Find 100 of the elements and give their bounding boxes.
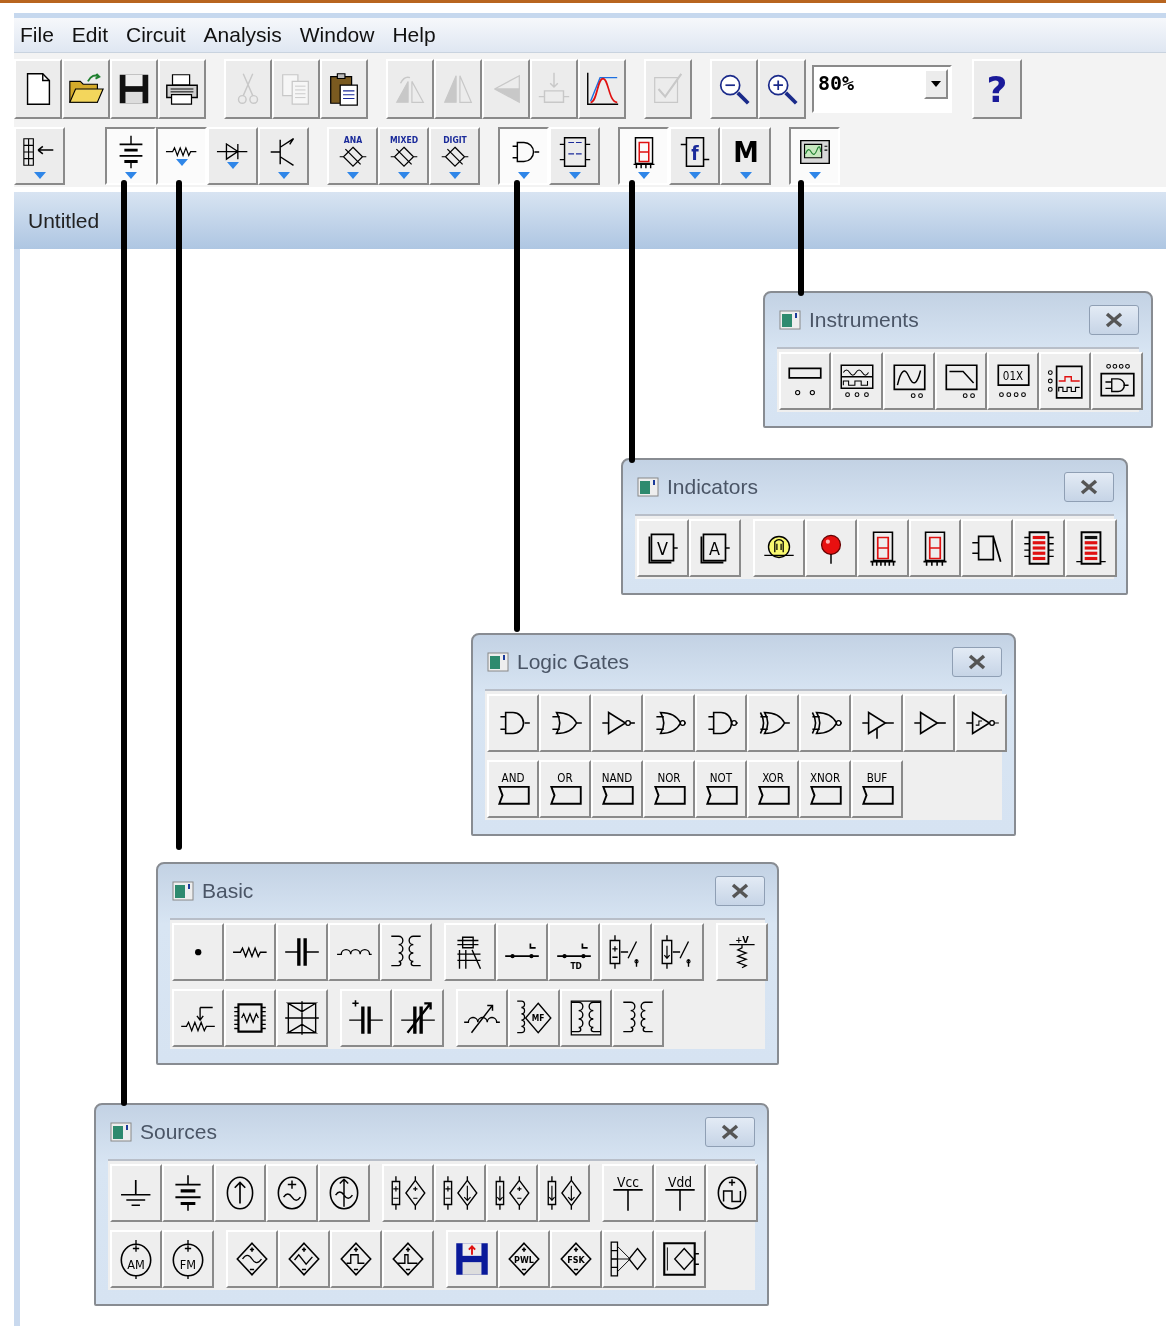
component-button[interactable]: [444, 923, 496, 981]
close-button[interactable]: [705, 1117, 755, 1147]
component-button[interactable]: A: [689, 519, 741, 577]
component-button[interactable]: FSK: [550, 1230, 602, 1288]
toolbar-button[interactable]: [62, 59, 110, 119]
component-button[interactable]: [276, 923, 328, 981]
component-button[interactable]: [224, 989, 276, 1047]
component-button[interactable]: [1065, 519, 1117, 577]
parts-bin-button[interactable]: M: [720, 127, 771, 185]
component-button[interactable]: XOR: [747, 760, 799, 818]
component-button[interactable]: [602, 1230, 654, 1288]
component-button[interactable]: NAND: [591, 760, 643, 818]
component-button[interactable]: [539, 694, 591, 752]
component-button[interactable]: BUF: [851, 760, 903, 818]
component-button[interactable]: [110, 1164, 162, 1222]
component-button[interactable]: AND: [487, 760, 539, 818]
component-button[interactable]: [600, 923, 652, 981]
component-button[interactable]: [330, 1230, 382, 1288]
component-button[interactable]: FM: [162, 1230, 214, 1288]
menu-item[interactable]: Help: [386, 23, 448, 47]
component-button[interactable]: PWL: [498, 1230, 550, 1288]
component-button[interactable]: [224, 923, 276, 981]
toolbar-button[interactable]: [578, 59, 626, 119]
component-button[interactable]: [753, 519, 805, 577]
close-button[interactable]: [1064, 472, 1114, 502]
parts-bin-button[interactable]: f: [669, 127, 720, 185]
component-button[interactable]: OR: [539, 760, 591, 818]
toolbar-button[interactable]: [710, 59, 758, 119]
toolbar-button[interactable]: [320, 59, 368, 119]
component-button[interactable]: [380, 923, 432, 981]
menu-item[interactable]: Edit: [65, 23, 121, 47]
component-button[interactable]: [652, 923, 704, 981]
component-button[interactable]: [612, 989, 664, 1047]
component-button[interactable]: +V: [716, 923, 768, 981]
component-button[interactable]: [857, 519, 909, 577]
close-button[interactable]: [1089, 305, 1139, 335]
component-button[interactable]: [486, 1164, 538, 1222]
component-button[interactable]: TD: [548, 923, 600, 981]
component-button[interactable]: [496, 923, 548, 981]
parts-bin-button[interactable]: [498, 127, 549, 185]
component-button[interactable]: [805, 519, 857, 577]
parts-bin-button[interactable]: ANA: [327, 127, 378, 185]
close-button[interactable]: [715, 876, 765, 906]
parts-bin-button[interactable]: DIGIT: [429, 127, 480, 185]
menu-item[interactable]: Circuit: [120, 23, 198, 47]
menu-item[interactable]: Analysis: [197, 23, 294, 47]
component-button[interactable]: [903, 694, 955, 752]
menu-item[interactable]: File: [14, 23, 66, 47]
component-button[interactable]: [214, 1164, 266, 1222]
component-button[interactable]: [591, 694, 643, 752]
component-button[interactable]: [278, 1230, 330, 1288]
component-button[interactable]: [1091, 352, 1143, 410]
component-button[interactable]: NOT: [695, 760, 747, 818]
help-button[interactable]: ?: [972, 59, 1022, 119]
component-button[interactable]: [1013, 519, 1065, 577]
component-button[interactable]: [747, 694, 799, 752]
component-button[interactable]: [955, 694, 1007, 752]
component-button[interactable]: Vcc: [602, 1164, 654, 1222]
toolbar-button[interactable]: [110, 59, 158, 119]
dropdown-button[interactable]: [924, 69, 948, 99]
parts-bin-button[interactable]: [618, 127, 669, 185]
component-button[interactable]: [172, 989, 224, 1047]
component-button[interactable]: [695, 694, 747, 752]
close-button[interactable]: [952, 647, 1002, 677]
component-button[interactable]: [706, 1164, 758, 1222]
component-button[interactable]: Vdd: [654, 1164, 706, 1222]
component-button[interactable]: [538, 1164, 590, 1222]
component-button[interactable]: [318, 1164, 370, 1222]
component-button[interactable]: [392, 989, 444, 1047]
component-button[interactable]: [643, 694, 695, 752]
component-button[interactable]: MF: [508, 989, 560, 1047]
component-button[interactable]: [779, 352, 831, 410]
zoom-select[interactable]: 80%: [812, 65, 952, 113]
component-button[interactable]: [226, 1230, 278, 1288]
component-button[interactable]: AM: [110, 1230, 162, 1288]
component-button[interactable]: [654, 1230, 706, 1288]
parts-bin-button[interactable]: [789, 127, 840, 185]
toolbar-button[interactable]: [14, 59, 62, 119]
component-button[interactable]: NOR: [643, 760, 695, 818]
component-button[interactable]: [434, 1164, 486, 1222]
menu-item[interactable]: Window: [293, 23, 387, 47]
component-button[interactable]: [456, 989, 508, 1047]
component-button[interactable]: V: [637, 519, 689, 577]
component-button[interactable]: [851, 694, 903, 752]
component-button[interactable]: [276, 989, 328, 1047]
component-button[interactable]: [1039, 352, 1091, 410]
toolbar-button[interactable]: [158, 59, 206, 119]
component-button[interactable]: XNOR: [799, 760, 851, 818]
component-button[interactable]: [831, 352, 883, 410]
parts-bin-button[interactable]: [156, 127, 207, 185]
component-button[interactable]: [266, 1164, 318, 1222]
component-button[interactable]: [382, 1230, 434, 1288]
component-button[interactable]: [961, 519, 1013, 577]
component-button[interactable]: [487, 694, 539, 752]
component-button[interactable]: [340, 989, 392, 1047]
component-button[interactable]: [162, 1164, 214, 1222]
toolbar-button[interactable]: [758, 59, 806, 119]
component-button[interactable]: 01X: [987, 352, 1039, 410]
component-button[interactable]: [446, 1230, 498, 1288]
component-button[interactable]: [382, 1164, 434, 1222]
